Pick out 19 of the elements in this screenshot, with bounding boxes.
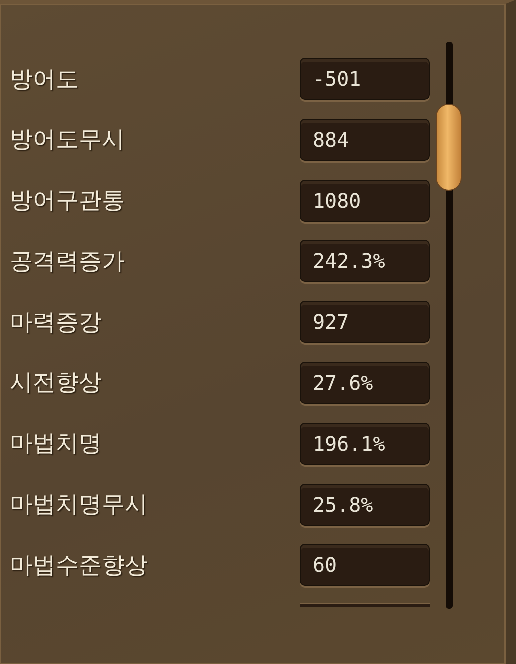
- stat-label: 방어구관통: [10, 187, 125, 216]
- stat-label: 마법치명무시: [10, 491, 148, 520]
- stat-value: 884: [300, 118, 430, 161]
- scrollbar-thumb[interactable]: [436, 104, 462, 191]
- stat-label: 마법수준향상: [10, 552, 148, 581]
- stat-value: -501: [300, 58, 430, 100]
- stat-label: 마법치명: [10, 430, 102, 460]
- stat-value: 60: [300, 544, 430, 586]
- stat-value: 927: [300, 301, 430, 344]
- stat-label: 방어도무시: [10, 126, 125, 156]
- stat-label: 방어도: [10, 66, 79, 94]
- stat-value: 1080: [300, 180, 430, 222]
- stat-value: 242.3%: [300, 240, 430, 282]
- stat-label: 시전향상: [10, 369, 102, 398]
- stat-label: 공격력증가: [10, 248, 125, 277]
- stat-value: 27.6%: [300, 362, 430, 404]
- stat-value: 25.8%: [300, 484, 430, 526]
- stat-value: 196.1%: [300, 422, 430, 465]
- stat-label: 마력증강: [10, 308, 102, 338]
